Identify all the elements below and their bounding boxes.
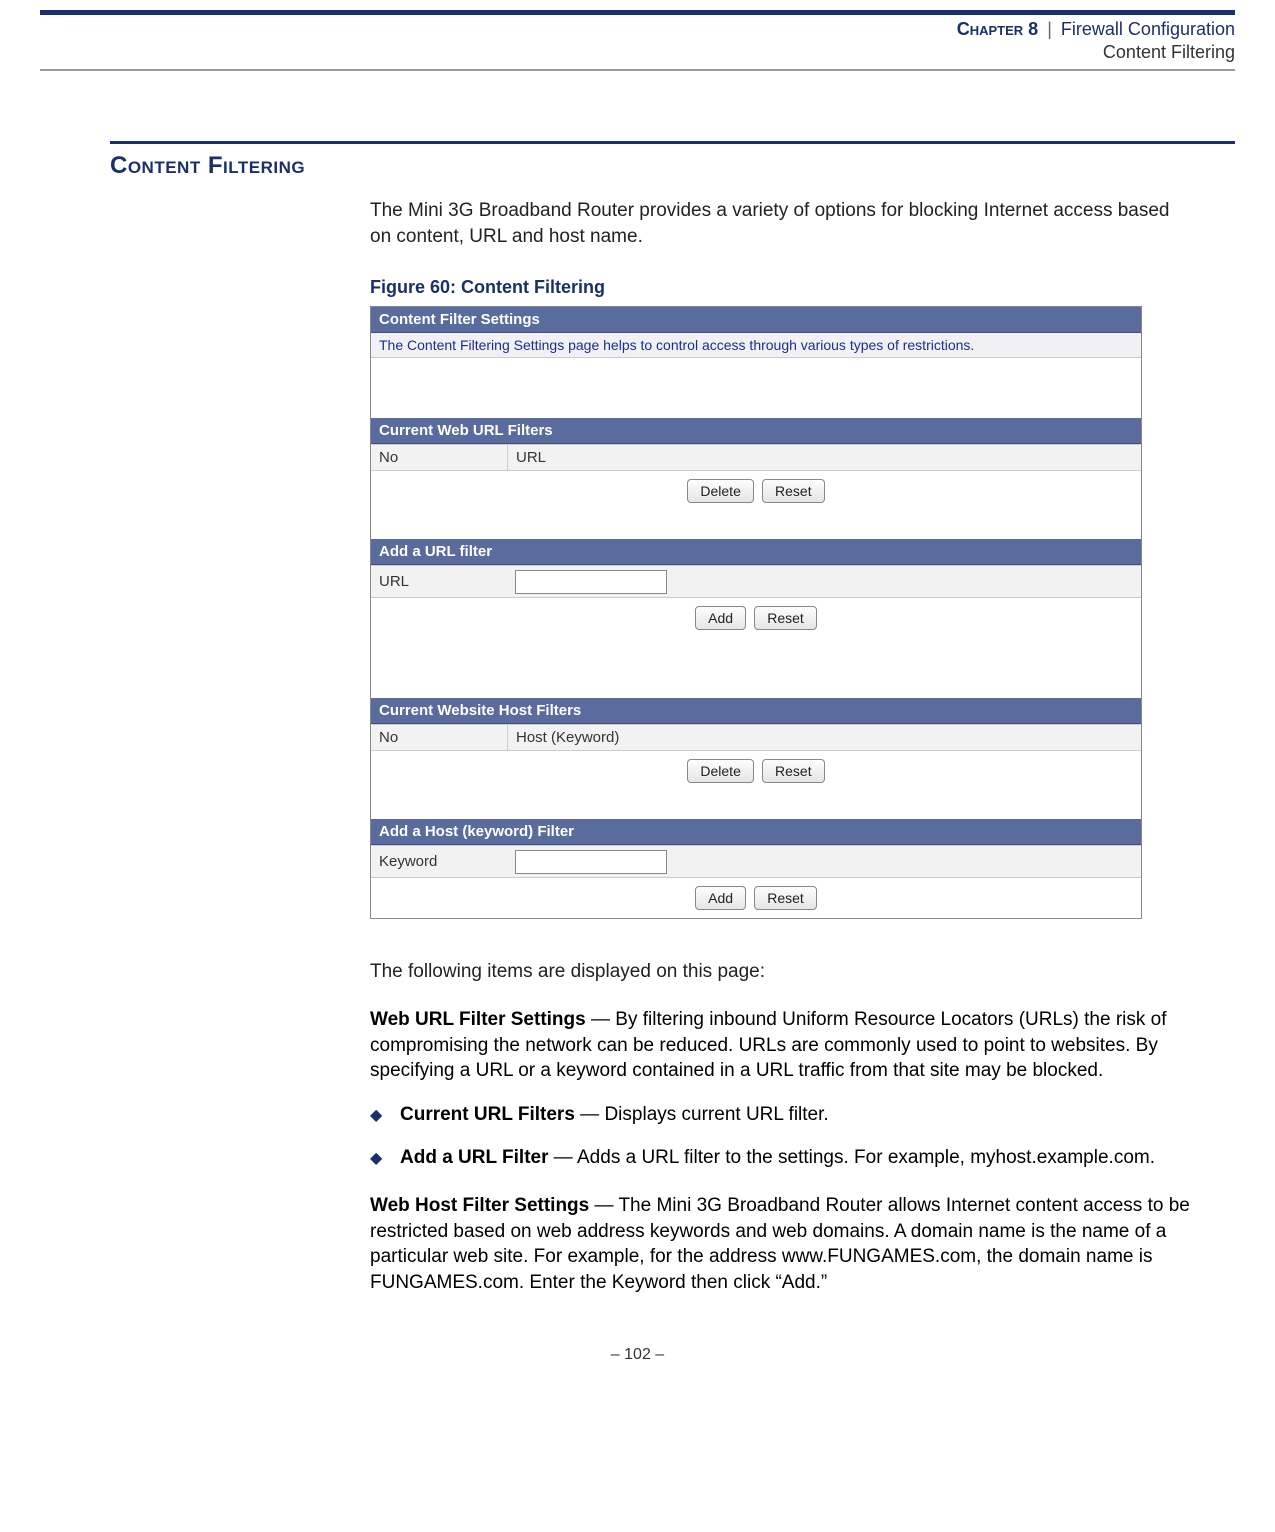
figure-caption: Figure 60: Content Filtering bbox=[370, 277, 1195, 298]
panel-title-host-filters: Current Website Host Filters bbox=[371, 698, 1141, 724]
add-button[interactable]: Add bbox=[695, 606, 746, 630]
col-header-host: Host (Keyword) bbox=[508, 725, 1141, 750]
description-lead: The following items are displayed on thi… bbox=[370, 959, 1195, 985]
url-filters-button-row: Delete Reset bbox=[371, 471, 1141, 511]
delete-button[interactable]: Delete bbox=[687, 479, 753, 503]
bullet1-text: — Displays current URL filter. bbox=[575, 1104, 829, 1125]
diamond-icon: ◆ bbox=[370, 1102, 400, 1128]
header-underline bbox=[40, 69, 1235, 71]
col-header-no: No bbox=[371, 445, 508, 470]
host-filters-button-row: Delete Reset bbox=[371, 751, 1141, 791]
col-header-no: No bbox=[371, 725, 508, 750]
reset-button[interactable]: Reset bbox=[754, 606, 817, 630]
web-host-filter-bold: Web Host Filter Settings bbox=[370, 1195, 589, 1216]
col-header-url: URL bbox=[508, 445, 1141, 470]
add-button[interactable]: Add bbox=[695, 886, 746, 910]
host-filters-header-row: No Host (Keyword) bbox=[371, 724, 1141, 751]
url-input[interactable] bbox=[515, 570, 667, 594]
label-keyword: Keyword bbox=[371, 849, 507, 874]
label-url: URL bbox=[371, 569, 507, 594]
page-header: Chapter 8 | Firewall Configuration bbox=[40, 19, 1235, 40]
top-rule bbox=[40, 10, 1235, 15]
section-heading: Content Filtering bbox=[110, 152, 1275, 180]
screenshot-figure: Content Filter Settings The Content Filt… bbox=[370, 306, 1142, 919]
add-url-row: URL bbox=[371, 565, 1141, 598]
keyword-input[interactable] bbox=[515, 850, 667, 874]
bullet2-text: — Adds a URL filter to the settings. For… bbox=[549, 1147, 1156, 1168]
chapter-title: Firewall Configuration bbox=[1061, 19, 1235, 39]
bullet1-bold: Current URL Filters bbox=[400, 1104, 575, 1125]
reset-button[interactable]: Reset bbox=[762, 479, 825, 503]
web-url-filter-bold: Web URL Filter Settings bbox=[370, 1009, 586, 1030]
panel-title-add-url: Add a URL filter bbox=[371, 539, 1141, 565]
bullet-add-url-filter: ◆ Add a URL Filter — Adds a URL filter t… bbox=[370, 1145, 1195, 1171]
page-number: – 102 – bbox=[0, 1346, 1275, 1364]
delete-button[interactable]: Delete bbox=[687, 759, 753, 783]
add-url-button-row: Add Reset bbox=[371, 598, 1141, 638]
panel-helper-text: The Content Filtering Settings page help… bbox=[371, 333, 1141, 358]
panel-title-url-filters: Current Web URL Filters bbox=[371, 418, 1141, 444]
reset-button[interactable]: Reset bbox=[754, 886, 817, 910]
bullet2-bold: Add a URL Filter bbox=[400, 1147, 549, 1168]
panel-title-add-host: Add a Host (keyword) Filter bbox=[371, 819, 1141, 845]
add-host-row: Keyword bbox=[371, 845, 1141, 878]
intro-paragraph: The Mini 3G Broadband Router provides a … bbox=[370, 198, 1195, 249]
web-host-filter-para: Web Host Filter Settings — The Mini 3G B… bbox=[370, 1193, 1195, 1296]
chapter-label: Chapter 8 bbox=[957, 19, 1038, 39]
header-separator: | bbox=[1043, 19, 1056, 39]
url-filters-header-row: No URL bbox=[371, 444, 1141, 471]
panel-title-content-filter: Content Filter Settings bbox=[371, 307, 1141, 333]
add-host-button-row: Add Reset bbox=[371, 878, 1141, 918]
diamond-icon: ◆ bbox=[370, 1145, 400, 1171]
reset-button[interactable]: Reset bbox=[762, 759, 825, 783]
bullet-current-url-filters: ◆ Current URL Filters — Displays current… bbox=[370, 1102, 1195, 1128]
section-rule bbox=[110, 141, 1235, 144]
chapter-subtitle: Content Filtering bbox=[40, 42, 1235, 63]
web-url-filter-para: Web URL Filter Settings — By filtering i… bbox=[370, 1007, 1195, 1084]
